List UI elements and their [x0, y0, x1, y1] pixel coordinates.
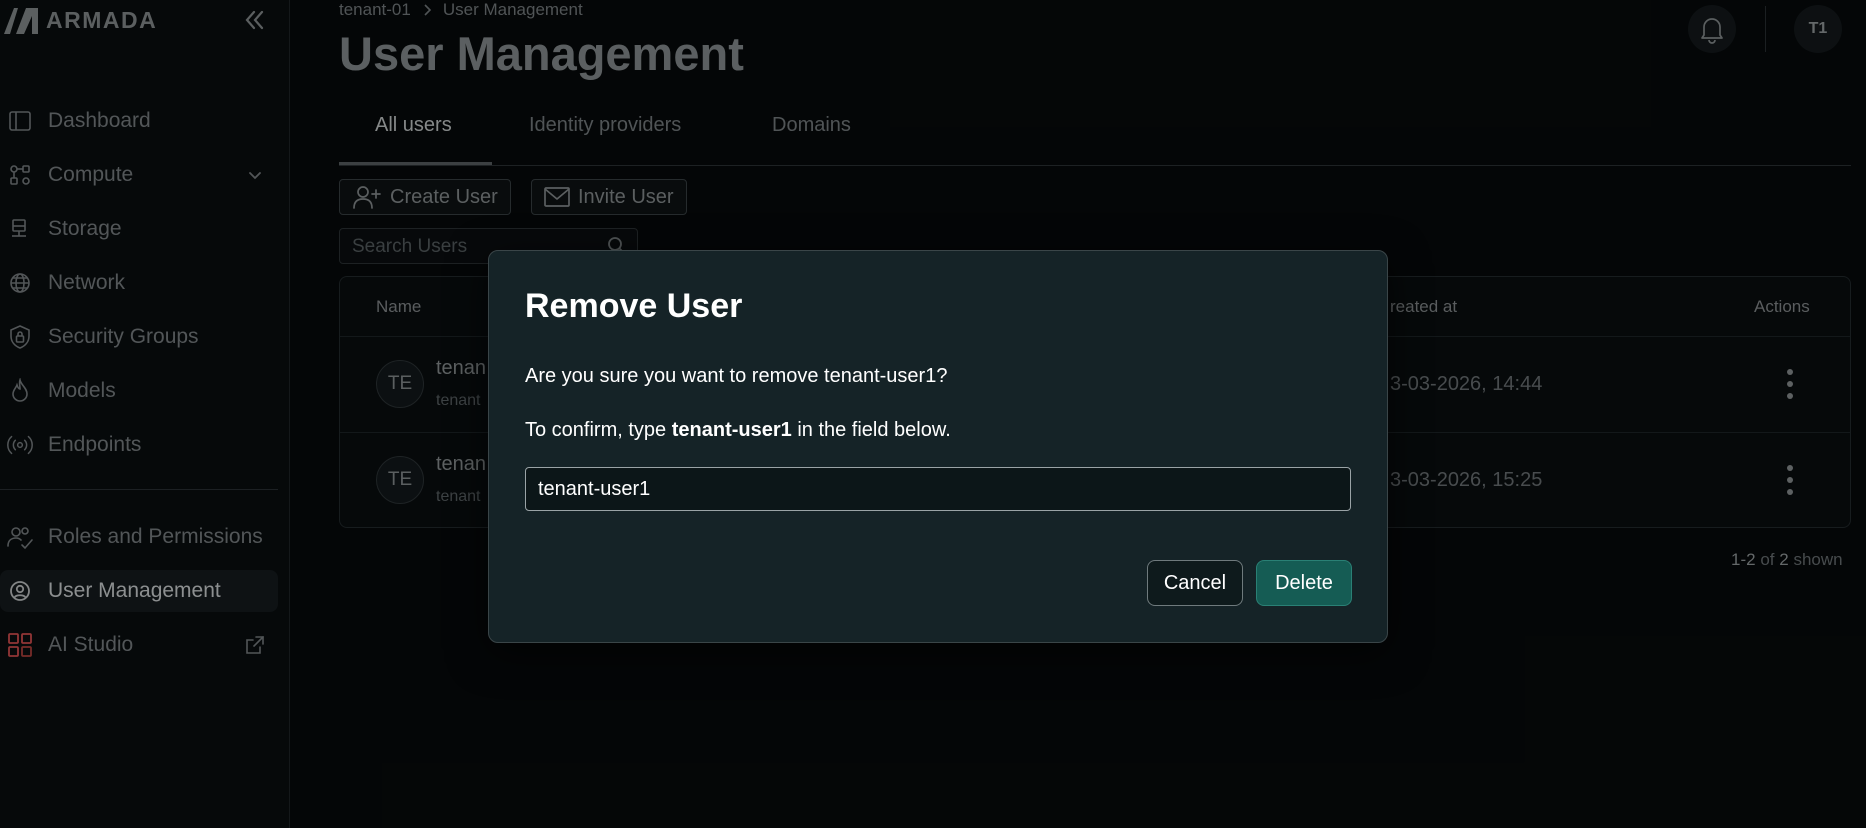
dialog-question: Are you sure you want to remove tenant-u… [525, 365, 948, 387]
cancel-button[interactable]: Cancel [1147, 560, 1243, 606]
remove-user-dialog: Remove User Are you sure you want to rem… [488, 250, 1388, 643]
delete-button[interactable]: Delete [1256, 560, 1352, 606]
confirm-username: tenant-user1 [671, 419, 792, 441]
dialog-title: Remove User [525, 287, 743, 325]
dialog-confirm-instruction: To confirm, type tenant-user1 in the fie… [525, 419, 951, 442]
confirm-suffix: in the field below. [797, 419, 951, 441]
confirm-prefix: To confirm, type [525, 419, 667, 441]
confirm-username-input[interactable] [525, 467, 1351, 511]
